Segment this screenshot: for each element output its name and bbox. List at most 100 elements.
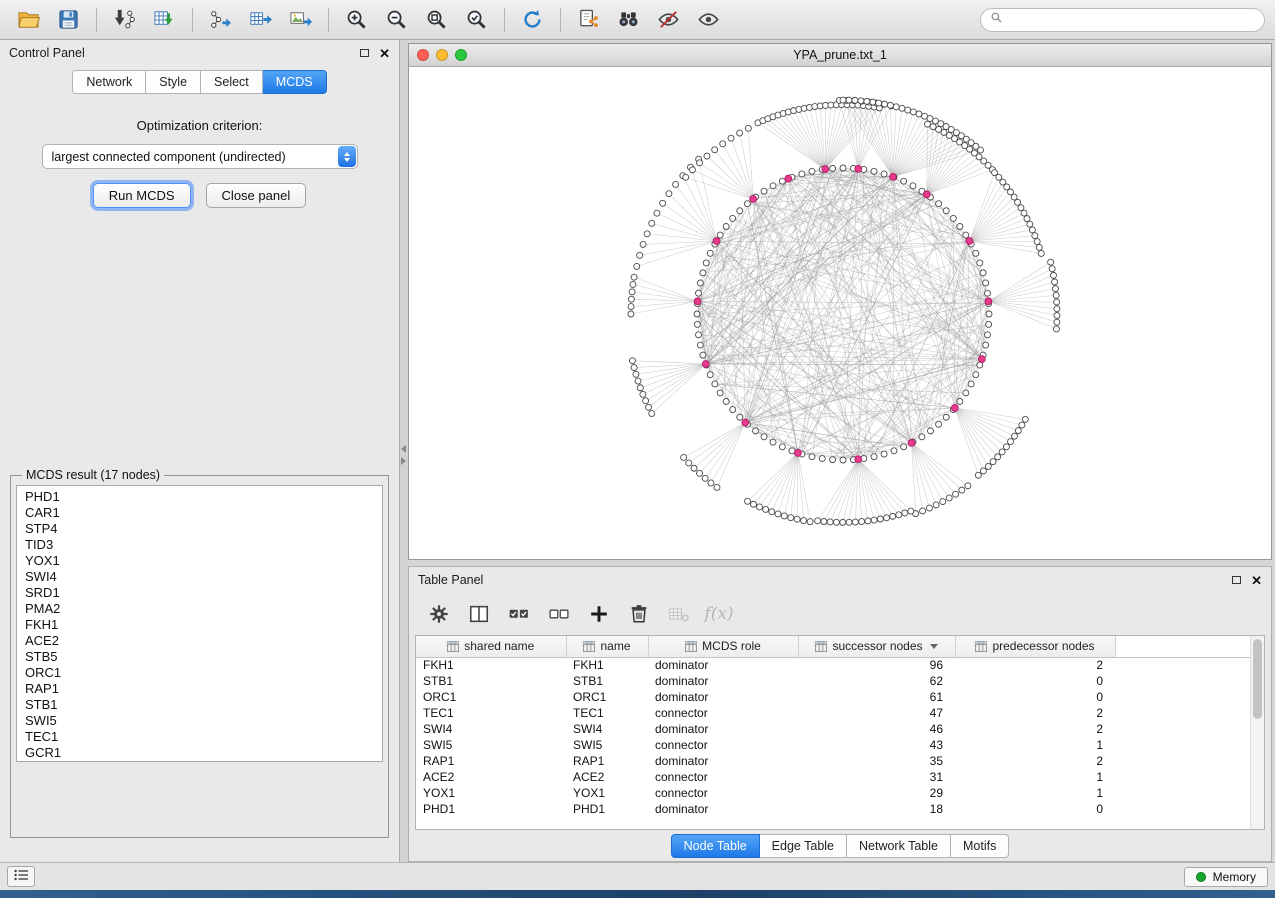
table-row[interactable]: SWI4SWI4dominator462 — [416, 721, 1250, 737]
run-mcds-button[interactable]: Run MCDS — [93, 183, 191, 208]
toolbar-separator — [560, 8, 561, 32]
result-list-item[interactable]: STB1 — [17, 697, 382, 713]
table-tab-edge-table[interactable]: Edge Table — [760, 834, 847, 858]
clone-network-button[interactable] — [570, 5, 607, 35]
delete-row-button[interactable] — [623, 600, 655, 628]
zoom-out-button[interactable] — [378, 5, 415, 35]
tab-style[interactable]: Style — [146, 70, 201, 94]
columns-button[interactable] — [463, 600, 495, 628]
window-minimize-button[interactable] — [436, 49, 448, 61]
zoom-in-icon — [345, 8, 368, 31]
column-header-shared-name[interactable]: shared name — [416, 636, 566, 657]
search-box[interactable] — [980, 8, 1265, 32]
result-list-item[interactable]: GCR1 — [17, 745, 382, 761]
mcds-result-list[interactable]: PHD1CAR1STP4TID3YOX1SWI4SRD1PMA2FKH1ACE2… — [16, 485, 383, 762]
table-row[interactable]: YOX1YOX1connector291 — [416, 785, 1250, 801]
network-window-titlebar: YPA_prune.txt_1 — [409, 44, 1271, 67]
result-list-item[interactable]: CAR1 — [17, 505, 382, 521]
result-list-item[interactable]: TEC1 — [17, 729, 382, 745]
table-tab-motifs[interactable]: Motifs — [951, 834, 1009, 858]
table-scrollbar[interactable] — [1250, 636, 1264, 829]
network-view[interactable] — [409, 67, 1271, 559]
result-list-item[interactable]: RAP1 — [17, 681, 382, 697]
result-list-item[interactable]: TID3 — [17, 537, 382, 553]
close-panel-icon[interactable]: ✕ — [379, 47, 390, 60]
close-table-panel-icon[interactable]: ✕ — [1251, 574, 1262, 587]
result-list-item[interactable]: ACE2 — [17, 633, 382, 649]
table-row[interactable]: FKH1FKH1dominator962 — [416, 657, 1250, 673]
zoom-in-button[interactable] — [338, 5, 375, 35]
close-panel-button[interactable]: Close panel — [206, 183, 307, 208]
table-row[interactable]: ORC1ORC1dominator610 — [416, 689, 1250, 705]
result-list-item[interactable]: STP4 — [17, 521, 382, 537]
table-cell-filler — [1115, 801, 1250, 817]
table-cell: SWI4 — [566, 721, 648, 737]
delete-table-button — [663, 600, 695, 628]
result-list-item[interactable]: PHD1 — [17, 489, 382, 505]
table-row[interactable]: ACE2ACE2connector311 — [416, 769, 1250, 785]
column-label: name — [600, 639, 630, 653]
columns-icon — [468, 603, 490, 625]
import-network-button[interactable] — [106, 5, 143, 35]
column-icon — [815, 641, 827, 652]
tab-mcds[interactable]: MCDS — [263, 70, 327, 94]
result-list-item[interactable]: SWI4 — [17, 569, 382, 585]
deselect-all-button[interactable] — [543, 600, 575, 628]
refresh-button[interactable] — [514, 5, 551, 35]
table-row[interactable]: STB1STB1dominator620 — [416, 673, 1250, 689]
table-row[interactable]: TEC1TEC1connector472 — [416, 705, 1250, 721]
add-row-button[interactable] — [583, 600, 615, 628]
table-tab-network-table[interactable]: Network Table — [847, 834, 951, 858]
result-list-item[interactable]: STB5 — [17, 649, 382, 665]
result-list-item[interactable]: YOX1 — [17, 553, 382, 569]
table-cell: connector — [648, 785, 798, 801]
table-row[interactable]: SWI5SWI5connector431 — [416, 737, 1250, 753]
open-button[interactable] — [10, 5, 47, 35]
tab-network[interactable]: Network — [72, 70, 146, 94]
table-cell: dominator — [648, 721, 798, 737]
table-cell: 47 — [798, 705, 955, 721]
divider-handle-icon[interactable] — [401, 445, 406, 465]
column-header-successor-nodes[interactable]: successor nodes — [798, 636, 955, 657]
table-cell: 46 — [798, 721, 955, 737]
optimization-criterion-select[interactable]: largest connected component (undirected) — [42, 144, 358, 169]
window-close-button[interactable] — [417, 49, 429, 61]
float-panel-icon[interactable] — [360, 49, 369, 57]
export-image-button[interactable] — [282, 5, 319, 35]
table-scrollbar-thumb[interactable] — [1253, 639, 1262, 719]
result-list-item[interactable]: FKH1 — [17, 617, 382, 633]
zoom-fit-button[interactable] — [418, 5, 455, 35]
float-table-panel-icon[interactable] — [1232, 576, 1241, 584]
show-all-button[interactable] — [690, 5, 727, 35]
select-all-button[interactable] — [503, 600, 535, 628]
column-label: predecessor nodes — [992, 639, 1094, 653]
control-panel-header: Control Panel ✕ — [0, 40, 399, 66]
panel-divider[interactable] — [400, 40, 408, 862]
import-table-button[interactable] — [146, 5, 183, 35]
memory-button[interactable]: Memory — [1184, 867, 1268, 887]
result-list-item[interactable]: SRD1 — [17, 585, 382, 601]
column-header-name[interactable]: name — [566, 636, 648, 657]
settings-button[interactable] — [423, 600, 455, 628]
result-list-item[interactable]: ORC1 — [17, 665, 382, 681]
find-button[interactable] — [610, 5, 647, 35]
table-cell: dominator — [648, 657, 798, 673]
save-button[interactable] — [50, 5, 87, 35]
table-row[interactable]: PHD1PHD1dominator180 — [416, 801, 1250, 817]
table-cell: 1 — [955, 785, 1115, 801]
zoom-selected-button[interactable] — [458, 5, 495, 35]
export-network-button[interactable] — [202, 5, 239, 35]
result-list-item[interactable]: PMA2 — [17, 601, 382, 617]
table-row[interactable]: RAP1RAP1dominator352 — [416, 753, 1250, 769]
result-list-item[interactable]: SWI5 — [17, 713, 382, 729]
table-tab-node-table[interactable]: Node Table — [671, 834, 760, 858]
column-header-mcds-role[interactable]: MCDS role — [648, 636, 798, 657]
hide-selected-button[interactable] — [650, 5, 687, 35]
column-header-predecessor-nodes[interactable]: predecessor nodes — [955, 636, 1115, 657]
search-input[interactable] — [1009, 13, 1255, 27]
network-window: YPA_prune.txt_1 — [408, 43, 1272, 560]
window-zoom-button[interactable] — [455, 49, 467, 61]
tab-select[interactable]: Select — [201, 70, 263, 94]
export-table-button[interactable] — [242, 5, 279, 35]
status-menu-button[interactable] — [7, 866, 35, 887]
